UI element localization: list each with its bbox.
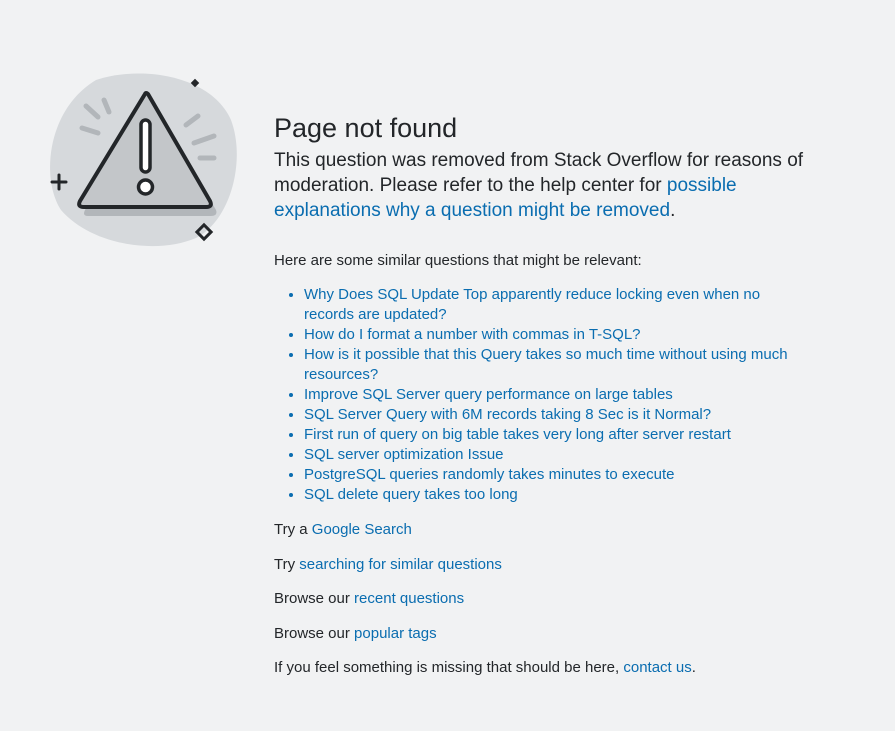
contact-end: . bbox=[691, 659, 696, 676]
similar-question-link[interactable]: SQL delete query takes too long bbox=[304, 486, 518, 503]
search-similar-line: Try searching for similar questions bbox=[274, 555, 834, 575]
contact-prefix: If you feel something is missing that sh… bbox=[274, 659, 624, 676]
similar-question-link[interactable]: First run of query on big table takes ve… bbox=[304, 426, 731, 443]
warning-illustration bbox=[50, 73, 237, 247]
google-search-link[interactable]: Google Search bbox=[312, 521, 412, 538]
page-title: Page not found bbox=[274, 113, 458, 143]
similar-question-link[interactable]: How do I format a number with commas in … bbox=[304, 326, 641, 343]
search-similar-prefix: Try bbox=[274, 556, 300, 573]
list-item: SQL Server Query with 6M records taking … bbox=[304, 405, 799, 425]
search-similar-link[interactable]: searching for similar questions bbox=[299, 556, 502, 573]
list-item: How do I format a number with commas in … bbox=[304, 325, 799, 345]
similar-question-link[interactable]: SQL Server Query with 6M records taking … bbox=[304, 406, 711, 423]
list-item: First run of query on big table takes ve… bbox=[304, 425, 799, 445]
contact-line: If you feel something is missing that sh… bbox=[274, 658, 834, 678]
recent-questions-link[interactable]: recent questions bbox=[354, 590, 464, 607]
lead-text: This question was removed from Stack Ove… bbox=[274, 148, 814, 223]
recent-questions-line: Browse our recent questions bbox=[274, 589, 834, 609]
lead-text-end: . bbox=[670, 200, 676, 221]
list-item: PostgreSQL queries randomly takes minute… bbox=[304, 465, 799, 485]
list-item: Why Does SQL Update Top apparently reduc… bbox=[304, 285, 799, 325]
list-item: How is it possible that this Query takes… bbox=[304, 345, 799, 385]
popular-tags-line: Browse our popular tags bbox=[274, 624, 834, 644]
list-item: Improve SQL Server query performance on … bbox=[304, 385, 799, 405]
similar-question-link[interactable]: Why Does SQL Update Top apparently reduc… bbox=[304, 286, 760, 323]
list-item: SQL delete query takes too long bbox=[304, 485, 799, 505]
contact-us-link[interactable]: contact us bbox=[623, 659, 691, 676]
popular-tags-prefix: Browse our bbox=[274, 625, 355, 642]
recent-questions-prefix: Browse our bbox=[274, 590, 355, 607]
similar-question-link[interactable]: SQL server optimization Issue bbox=[304, 446, 504, 463]
page: Page not found This question was removed… bbox=[0, 0, 895, 731]
similar-question-link[interactable]: Improve SQL Server query performance on … bbox=[304, 386, 673, 403]
popular-tags-link[interactable]: popular tags bbox=[354, 625, 437, 642]
similar-questions-list: Why Does SQL Update Top apparently reduc… bbox=[274, 285, 799, 505]
similar-questions-intro: Here are some similar questions that mig… bbox=[274, 252, 642, 269]
content: Page not found This question was removed… bbox=[274, 112, 834, 678]
similar-question-link[interactable]: How is it possible that this Query takes… bbox=[304, 346, 788, 383]
list-item: SQL server optimization Issue bbox=[304, 445, 799, 465]
google-search-line: Try a Google Search bbox=[274, 520, 834, 540]
similar-question-link[interactable]: PostgreSQL queries randomly takes minute… bbox=[304, 466, 674, 483]
google-search-prefix: Try a bbox=[274, 521, 312, 538]
